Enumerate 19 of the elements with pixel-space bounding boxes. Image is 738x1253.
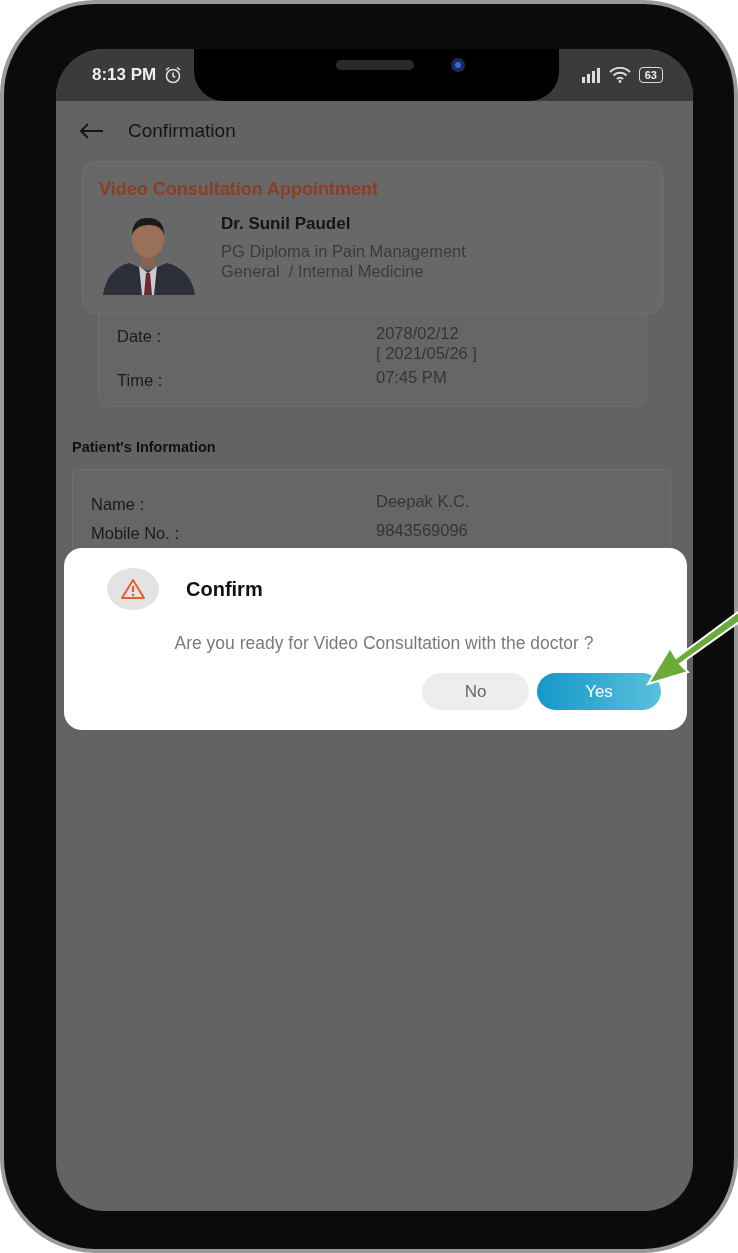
field-label: Mobile No. : — [91, 522, 181, 544]
appointment-title: Video Consultation Appointment — [99, 178, 379, 201]
status-time: 8:13 PM — [92, 64, 157, 87]
detail-label: Time : — [117, 369, 164, 391]
alarm-icon — [164, 66, 183, 84]
battery-indicator: 63 — [638, 67, 663, 83]
signal-icon — [580, 67, 601, 83]
screen-title: Confirmation — [128, 118, 236, 143]
section-title: Patient's Information — [71, 438, 217, 458]
cancel-button[interactable]: No — [422, 672, 529, 710]
dialog-message: Are you ready for Video Consultation with the doctor ? — [173, 632, 595, 655]
doctor-name: Dr. Sunil Paudel — [221, 213, 352, 235]
field-label: Name : — [91, 494, 146, 516]
confirm-button[interactable]: Yes — [537, 672, 661, 710]
warning-icon — [107, 568, 159, 610]
back-icon[interactable] — [78, 122, 104, 140]
dialog-title: Confirm — [186, 577, 263, 602]
wifi-icon — [608, 67, 631, 83]
detail-label: Date : — [117, 326, 163, 347]
